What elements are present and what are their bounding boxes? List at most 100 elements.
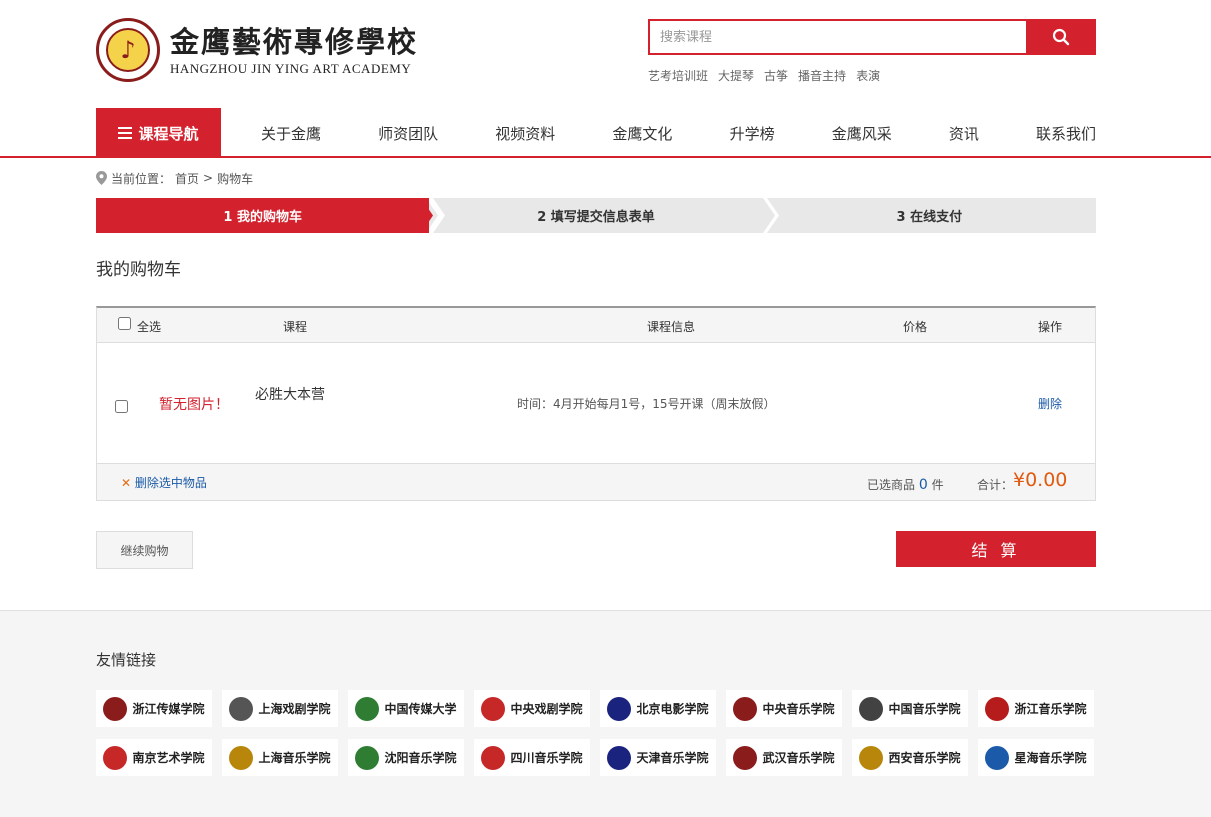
friend-link-label: 南京艺术学院 [132,751,205,765]
friend-link-label: 天津音乐学院 [636,751,709,765]
friend-link[interactable]: 武汉音乐学院 [726,739,842,776]
nav-item-culture[interactable]: 金鹰文化 [612,108,672,158]
nav-item-news[interactable]: 资讯 [949,108,979,158]
header-price: 价格 [903,320,928,334]
friend-link[interactable]: 西安音乐学院 [852,739,968,776]
row-checkbox[interactable] [115,400,128,413]
hot-tag[interactable]: 表演 [856,67,880,84]
nav-item-teachers[interactable]: 师资团队 [378,108,438,158]
school-logo-icon [859,745,884,770]
friend-link[interactable]: 上海音乐学院 [222,739,338,776]
header-course-info: 课程信息 [647,320,696,334]
site-header: ♪ 金鹰藝術專修學校 HANGZHOU JIN YING ART ACADEMY… [96,0,1096,108]
select-all-checkbox[interactable] [118,317,131,330]
friend-link[interactable]: 星海音乐学院 [978,739,1094,776]
school-logo-icon [355,745,380,770]
friend-link[interactable]: 南京艺术学院 [96,739,212,776]
search-bar [648,19,1096,55]
course-name[interactable]: 必胜大本营 [255,384,325,404]
hot-tag[interactable]: 艺考培训班 [648,67,708,84]
school-logo-icon [607,696,632,721]
nav-item-gallery[interactable]: 金鹰风采 [832,108,892,158]
nav-item-about[interactable]: 关于金鹰 [261,108,321,158]
header-select-all: 全选 [137,320,162,334]
search-button[interactable] [1026,19,1096,55]
friend-link-label: 上海戏剧学院 [258,702,331,716]
selected-unit: 件 [931,478,944,492]
selected-count-group: 已选商品 0 件 [867,476,944,493]
school-logo-icon [859,696,884,721]
cart-header: 全选 课程 课程信息 价格 操作 [97,308,1095,343]
nav-item-videos[interactable]: 视频资料 [495,108,555,158]
friend-link-label: 中央戏剧学院 [510,702,583,716]
friend-link-label: 西安音乐学院 [888,751,961,765]
close-icon: ✕ [121,476,132,490]
friend-link[interactable]: 浙江音乐学院 [978,690,1094,727]
continue-shopping-button[interactable]: 继续购物 [96,531,193,569]
friend-link-label: 四川音乐学院 [510,751,583,765]
friend-link[interactable]: 沈阳音乐学院 [348,739,464,776]
hot-tag[interactable]: 播音主持 [798,67,846,84]
delete-selected-button[interactable]: ✕ 删除选中物品 [121,474,207,491]
search-input[interactable] [648,19,1026,55]
friend-link[interactable]: 上海戏剧学院 [222,690,338,727]
total-value: ¥0.00 [1013,469,1068,491]
friend-link[interactable]: 中国音乐学院 [852,690,968,727]
delete-link[interactable]: 删除 [1038,395,1062,412]
breadcrumb-separator: > [203,171,214,185]
school-logo-icon [481,745,506,770]
hot-tags: 艺考培训班 大提琴 古筝 播音主持 表演 [648,67,880,84]
course-info: 时间：4月开始每月1号，15号开课（周末放假） [517,397,776,411]
breadcrumb: 当前位置： 首页 > 购物车 [96,158,1096,198]
school-logo-icon [355,696,380,721]
friend-link[interactable]: 中央戏剧学院 [474,690,590,727]
friend-link[interactable]: 四川音乐学院 [474,739,590,776]
hot-tag[interactable]: 大提琴 [718,67,754,84]
friend-link-label: 中国传媒大学 [384,702,457,716]
total-label: 合计： [977,478,1014,492]
school-logo-icon [103,696,128,721]
friend-link[interactable]: 天津音乐学院 [600,739,716,776]
friend-link-label: 北京电影学院 [636,702,709,716]
delete-selected-label: 删除选中物品 [134,476,207,490]
checkout-button[interactable]: 结 算 [896,531,1096,567]
cart-footer: ✕ 删除选中物品 已选商品 0 件 合计： ¥0.00 [97,464,1095,500]
friend-links-title: 友情链接 [96,651,157,669]
checkout-steps: 1 我的购物车 2 填写提交信息表单 3 在线支付 [96,198,1096,233]
selected-count: 0 [918,477,928,493]
school-logo-icon [229,745,254,770]
school-logo-icon [103,745,128,770]
school-logo-icon [985,696,1010,721]
selected-label: 已选商品 [867,478,916,492]
breadcrumb-home-link[interactable]: 首页 [175,170,199,187]
friend-link-label: 浙江传媒学院 [132,702,205,716]
menu-icon [118,127,133,139]
cart-title: 我的购物车 [96,260,181,280]
course-nav-button[interactable]: 课程导航 [96,108,221,158]
school-logo-icon [985,745,1010,770]
friend-link-label: 中央音乐学院 [762,702,835,716]
cart-table: 全选 课程 课程信息 价格 操作 暂无图片！ 必胜大本营 时间：4月开始每月1号… [96,306,1096,501]
friend-link[interactable]: 北京电影学院 [600,690,716,727]
logo-title: 金鹰藝術專修學校 [170,25,419,59]
breadcrumb-current: 购物车 [217,171,254,186]
school-logo-icon [229,696,254,721]
school-logo-icon [733,745,758,770]
friend-link[interactable]: 中国传媒大学 [348,690,464,727]
no-image-placeholder: 暂无图片！ [159,397,229,413]
friend-link[interactable]: 中央音乐学院 [726,690,842,727]
site-logo[interactable]: ♪ 金鹰藝術專修學校 HANGZHOU JIN YING ART ACADEMY [96,18,418,82]
search-icon [1052,28,1070,46]
friend-link-label: 上海音乐学院 [258,751,331,765]
friend-link-label: 星海音乐学院 [1014,751,1087,765]
friend-link-label: 浙江音乐学院 [1014,702,1087,716]
hot-tag[interactable]: 古筝 [764,67,788,84]
nav-item-admissions[interactable]: 升学榜 [730,108,775,158]
step-my-cart: 1 我的购物车 [96,198,430,233]
table-row: 暂无图片！ 必胜大本营 时间：4月开始每月1号，15号开课（周末放假） 删除 [97,343,1095,464]
school-logo-icon [607,745,632,770]
friend-link-label: 武汉音乐学院 [762,751,835,765]
nav-item-contact[interactable]: 联系我们 [1036,108,1096,158]
friend-link[interactable]: 浙江传媒学院 [96,690,212,727]
breadcrumb-prefix: 当前位置： [111,171,172,186]
